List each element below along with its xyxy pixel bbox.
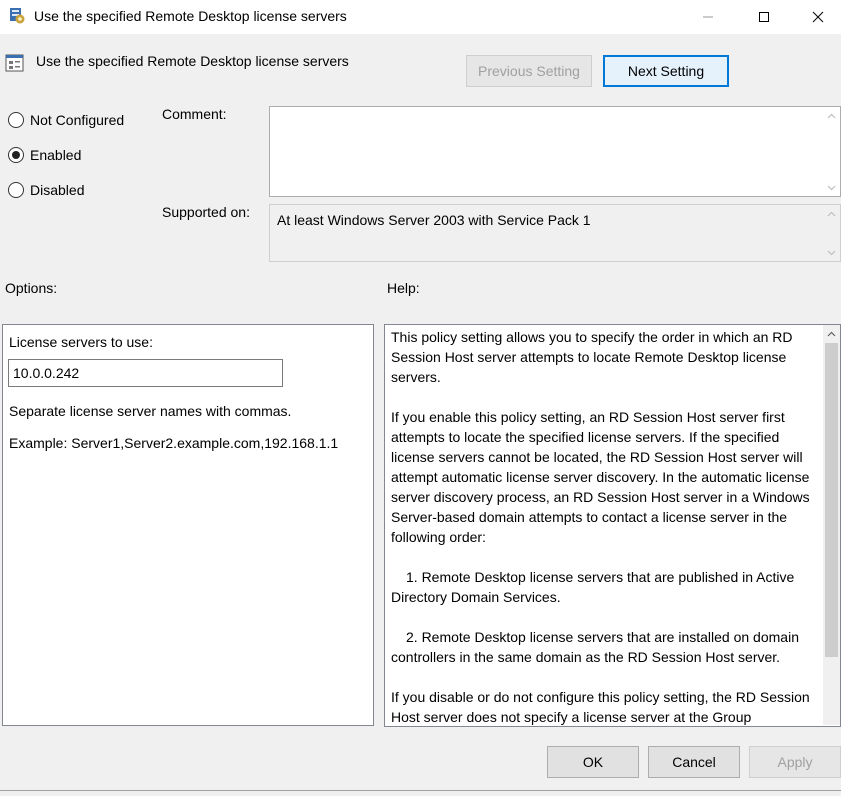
scroll-up-icon[interactable] [823,107,840,124]
supported-scrollbar[interactable] [823,205,840,261]
window-title: Use the specified Remote Desktop license… [34,8,347,24]
scroll-down-icon[interactable] [823,179,840,196]
help-paragraph: If you enable this policy setting, an RD… [391,409,810,545]
radio-label: Disabled [30,182,85,198]
policy-app-icon [8,7,26,25]
help-paragraph: 1. Remote Desktop license servers that a… [391,569,795,605]
help-paragraph: If you disable or do not configure this … [391,689,810,725]
supported-on-value: At least Windows Server 2003 with Servic… [277,212,591,228]
help-panel: This policy setting allows you to specif… [384,324,841,727]
window-bottom-edge [0,790,841,791]
scroll-down-icon[interactable] [823,244,840,261]
radio-circle [8,112,24,128]
help-text: This policy setting allows you to specif… [391,327,819,726]
scroll-up-icon[interactable] [823,325,840,342]
radio-disabled[interactable]: Disabled [8,182,84,198]
minimize-icon [703,16,713,18]
radio-circle [8,182,24,198]
separator-hint: Separate license server names with comma… [9,403,292,419]
comment-scrollbar[interactable] [823,107,840,196]
help-paragraph: This policy setting allows you to specif… [391,329,793,385]
scroll-thumb[interactable] [825,343,838,657]
help-scrollbar[interactable] [823,325,840,725]
maximize-icon [759,12,769,22]
help-paragraph: 2. Remote Desktop license servers that a… [391,629,799,665]
comment-label: Comment: [162,106,227,122]
ok-button[interactable]: OK [547,746,639,778]
radio-circle-checked [8,147,24,163]
cancel-button[interactable]: Cancel [648,746,740,778]
options-heading: Options: [5,280,58,296]
license-servers-label: License servers to use: [9,334,153,350]
supported-on-label: Supported on: [162,204,250,220]
help-heading: Help: [387,280,420,296]
next-setting-button[interactable]: Next Setting [603,55,729,87]
maximize-button[interactable] [741,0,787,34]
scroll-up-icon[interactable] [823,205,840,222]
options-panel: License servers to use: Separate license… [2,324,374,726]
radio-enabled[interactable]: Enabled [8,147,81,163]
close-button[interactable] [795,0,841,34]
title-bar: Use the specified Remote Desktop license… [0,0,841,34]
close-icon [812,11,824,23]
radio-label: Enabled [30,147,82,163]
license-servers-input[interactable] [8,359,283,387]
setting-icon [5,53,25,73]
comment-textarea[interactable] [269,106,841,197]
radio-label: Not Configured [30,112,125,128]
setting-title: Use the specified Remote Desktop license… [36,53,349,69]
apply-button[interactable]: Apply [749,746,841,778]
minimize-button[interactable] [685,0,731,34]
radio-not-configured[interactable]: Not Configured [8,112,124,128]
supported-on-box: At least Windows Server 2003 with Servic… [269,204,841,262]
example-text: Example: Server1,Server2.example.com,192… [9,435,339,451]
previous-setting-button[interactable]: Previous Setting [466,55,592,87]
